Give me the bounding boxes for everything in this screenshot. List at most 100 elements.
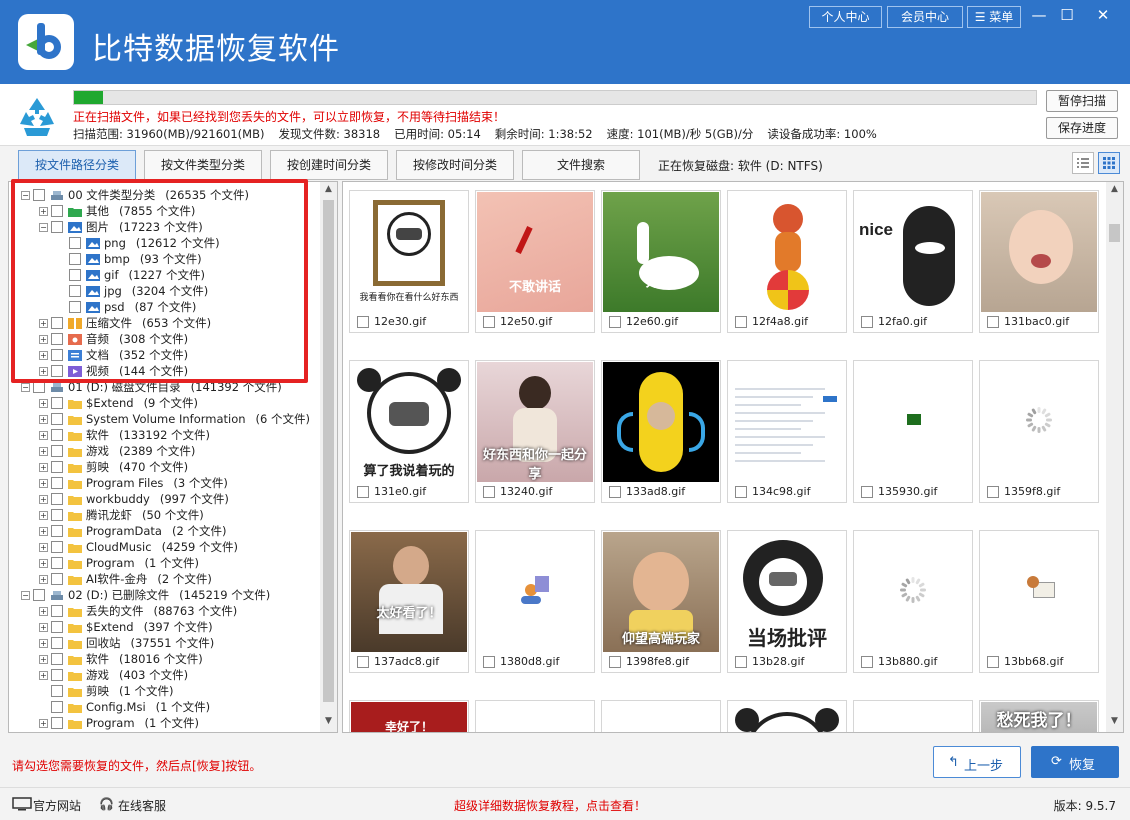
tree-checkbox[interactable]: [51, 493, 63, 505]
member-center-button[interactable]: 会员中心: [887, 6, 963, 28]
tab-by-created[interactable]: 按创建时间分类: [270, 150, 388, 180]
file-card[interactable]: 好嘞 12e60.gif: [601, 190, 721, 333]
tree-row[interactable]: + Program Files (3 个文件): [9, 475, 319, 491]
file-card[interactable]: 1359f8.gif: [979, 360, 1099, 503]
file-checkbox[interactable]: [987, 486, 999, 498]
personal-center-button[interactable]: 个人中心: [809, 6, 882, 28]
official-site-link[interactable]: 官方网站: [33, 797, 81, 814]
expand-icon[interactable]: +: [39, 495, 48, 504]
tree-checkbox[interactable]: [51, 397, 63, 409]
file-card[interactable]: 愁死我了！: [979, 700, 1099, 732]
tree-checkbox[interactable]: [51, 557, 63, 569]
expand-icon[interactable]: +: [39, 479, 48, 488]
file-card[interactable]: 当场批评 13b28.gif: [727, 530, 847, 673]
file-card[interactable]: 13bb68.gif: [979, 530, 1099, 673]
file-card[interactable]: [853, 700, 973, 732]
expand-icon[interactable]: +: [39, 415, 48, 424]
grid-scrollbar[interactable]: ▲ ▼: [1106, 182, 1123, 732]
tutorial-link[interactable]: 超级详细数据恢复教程，点击查看！: [454, 797, 646, 814]
file-thumbnail[interactable]: 不敢讲话: [477, 192, 593, 312]
collapse-icon[interactable]: −: [21, 591, 30, 600]
file-thumbnail[interactable]: [981, 192, 1097, 312]
tree-row[interactable]: − 02 (D:) 已删除文件 (145219 个文件): [9, 587, 319, 603]
file-thumbnail[interactable]: 当场批评: [729, 532, 845, 652]
scroll-up-icon[interactable]: ▲: [323, 184, 334, 198]
tree-row[interactable]: 剪映 (1 个文件): [9, 683, 319, 699]
file-thumbnail[interactable]: [729, 192, 845, 312]
file-thumbnail[interactable]: 愁死我了！: [981, 702, 1097, 732]
file-checkbox[interactable]: [735, 316, 747, 328]
tab-by-type[interactable]: 按文件类型分类: [144, 150, 262, 180]
expand-icon[interactable]: +: [39, 527, 48, 536]
file-card[interactable]: 幸好了！: [349, 700, 469, 732]
file-thumbnail[interactable]: [729, 362, 845, 482]
file-checkbox[interactable]: [483, 316, 495, 328]
file-card[interactable]: 我看看你在看什么好东西 12e30.gif: [349, 190, 469, 333]
file-thumbnail[interactable]: 算了我说着玩的: [351, 362, 467, 482]
tree-row[interactable]: + 回收站 (37551 个文件): [9, 635, 319, 651]
tab-file-search[interactable]: 文件搜索: [522, 150, 640, 180]
tree-scrollbar[interactable]: ▲ ▼: [320, 182, 337, 732]
expand-icon[interactable]: +: [39, 511, 48, 520]
file-card[interactable]: nice 12fa0.gif: [853, 190, 973, 333]
tree-checkbox[interactable]: [51, 621, 63, 633]
minimize-icon[interactable]: —: [1024, 4, 1054, 26]
file-checkbox[interactable]: [357, 656, 369, 668]
file-card[interactable]: [727, 700, 847, 732]
tree-row[interactable]: + ProgramData (2 个文件): [9, 523, 319, 539]
expand-icon[interactable]: +: [39, 607, 48, 616]
online-service-link[interactable]: 在线客服: [118, 797, 166, 814]
expand-icon[interactable]: +: [39, 719, 48, 728]
file-thumbnail[interactable]: 幸好了！: [351, 702, 467, 732]
file-card[interactable]: 13b880.gif: [853, 530, 973, 673]
file-thumbnail[interactable]: [603, 702, 719, 732]
tree-row[interactable]: + 游戏 (2389 个文件): [9, 443, 319, 459]
expand-icon[interactable]: +: [39, 655, 48, 664]
tree-row[interactable]: + Program (1 个文件): [9, 715, 319, 731]
expand-icon[interactable]: +: [39, 671, 48, 680]
tree-row[interactable]: + 软件 (18016 个文件): [9, 651, 319, 667]
tree-row[interactable]: Config.Msi (1 个文件): [9, 699, 319, 715]
file-card[interactable]: 134c98.gif: [727, 360, 847, 503]
tree-row[interactable]: + Program (1 个文件): [9, 555, 319, 571]
file-card[interactable]: 135930.gif: [853, 360, 973, 503]
tree-checkbox[interactable]: [51, 669, 63, 681]
grid-scroll-up-icon[interactable]: ▲: [1109, 184, 1120, 198]
grid-scroll-thumb[interactable]: [1109, 224, 1120, 242]
tree-row[interactable]: + $Extend (9 个文件): [9, 395, 319, 411]
save-progress-button[interactable]: 保存进度: [1046, 117, 1118, 139]
tree-row[interactable]: + System Volume Information (6 个文件): [9, 411, 319, 427]
tree-checkbox[interactable]: [51, 717, 63, 729]
scroll-down-icon[interactable]: ▼: [323, 716, 334, 730]
maximize-icon[interactable]: ☐: [1052, 4, 1082, 26]
expand-icon[interactable]: +: [39, 543, 48, 552]
tree-checkbox[interactable]: [51, 477, 63, 489]
file-checkbox[interactable]: [987, 316, 999, 328]
tree-checkbox[interactable]: [51, 605, 63, 617]
expand-icon[interactable]: +: [39, 559, 48, 568]
file-thumbnail[interactable]: 好嘞: [603, 192, 719, 312]
tree-checkbox[interactable]: [51, 429, 63, 441]
file-card[interactable]: 131bac0.gif: [979, 190, 1099, 333]
file-thumbnail[interactable]: 太好看了！: [351, 532, 467, 652]
tree-row[interactable]: + workbuddy (997 个文件): [9, 491, 319, 507]
file-card[interactable]: 133ad8.gif: [601, 360, 721, 503]
file-card[interactable]: [601, 700, 721, 732]
tree-row[interactable]: + 游戏 (403 个文件): [9, 667, 319, 683]
file-checkbox[interactable]: [483, 486, 495, 498]
file-card[interactable]: 仰望高端玩家 1398fe8.gif: [601, 530, 721, 673]
close-icon[interactable]: ✕: [1088, 4, 1118, 26]
file-checkbox[interactable]: [357, 316, 369, 328]
file-thumbnail[interactable]: [477, 532, 593, 652]
file-checkbox[interactable]: [861, 486, 873, 498]
file-card[interactable]: [475, 700, 595, 732]
file-card[interactable]: 算了我说着玩的 131e0.gif: [349, 360, 469, 503]
menu-button[interactable]: ☰ 菜单: [967, 6, 1021, 28]
expand-icon[interactable]: +: [39, 575, 48, 584]
expand-icon[interactable]: +: [39, 447, 48, 456]
file-checkbox[interactable]: [735, 486, 747, 498]
tree-checkbox[interactable]: [51, 461, 63, 473]
tree-row[interactable]: + 丢失的文件 (88763 个文件): [9, 603, 319, 619]
file-checkbox[interactable]: [861, 656, 873, 668]
tree-row[interactable]: + 腾讯龙虾 (50 个文件): [9, 507, 319, 523]
